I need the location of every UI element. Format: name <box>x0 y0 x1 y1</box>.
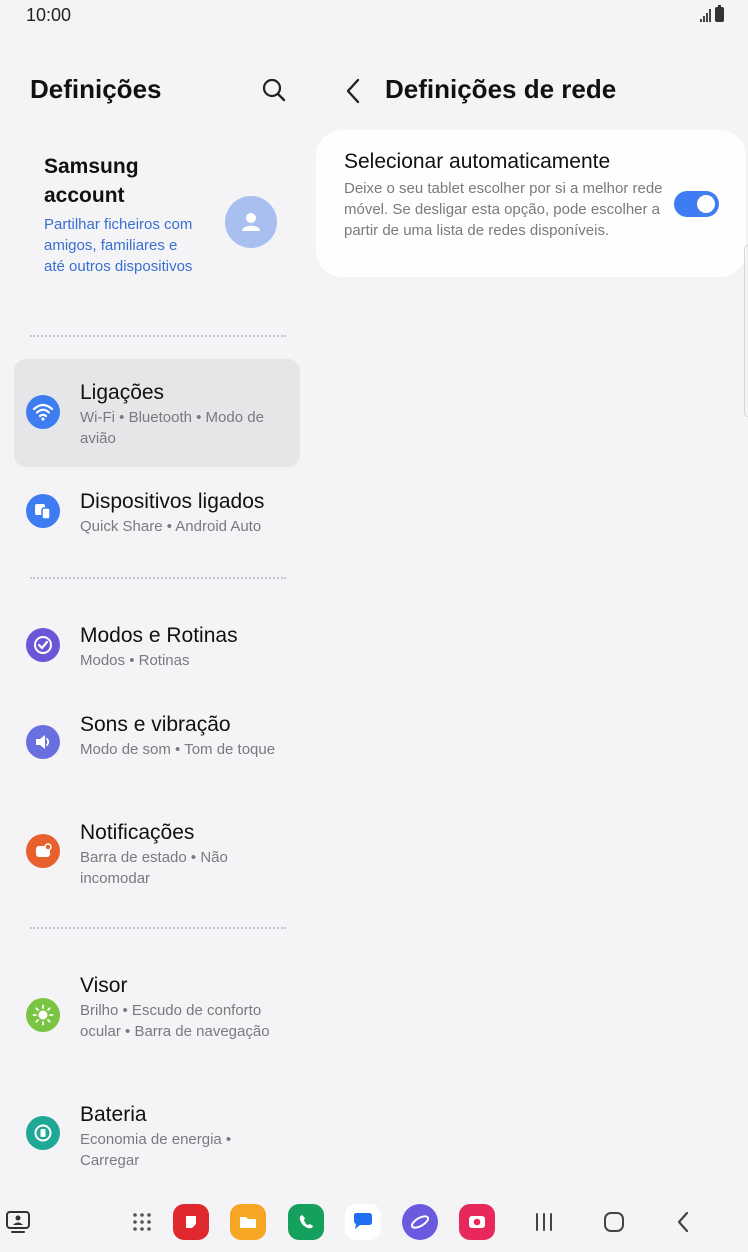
menu-item-subtitle: Wi-Fi • Bluetooth • Modo de avião <box>80 409 264 447</box>
back-button[interactable] <box>340 76 368 106</box>
battery-status-icon <box>715 5 724 22</box>
phone-app-icon[interactable] <box>288 1204 324 1240</box>
menu-item-connections[interactable]: Ligações Wi-Fi • Bluetooth • Modo de avi… <box>14 359 300 467</box>
internet-app-icon[interactable] <box>402 1204 438 1240</box>
menu-item-battery[interactable]: Bateria Economia de energia • Carregar <box>14 1087 300 1183</box>
divider <box>30 577 286 579</box>
settings-title: Definições <box>30 74 162 104</box>
notification-icon <box>26 834 60 868</box>
menu-item-subtitle: Barra de estado • Não incomodar <box>80 849 228 887</box>
menu-item-subtitle: Economia de energia • Carregar <box>80 1131 232 1169</box>
search-button[interactable] <box>260 76 288 104</box>
nav-back-button[interactable] <box>666 1204 702 1240</box>
app-drawer-button[interactable] <box>124 1204 160 1240</box>
scrollbar[interactable] <box>744 245 748 417</box>
samsung-account-card[interactable]: Samsung account Partilhar ficheiros com … <box>44 152 294 302</box>
recent-screen-button[interactable] <box>0 1204 36 1240</box>
notes-app-icon[interactable] <box>173 1204 209 1240</box>
menu-item-title: Bateria <box>80 1103 147 1126</box>
app-drawer-icon <box>133 1213 151 1231</box>
account-name: Samsung account <box>44 155 139 207</box>
menu-item-subtitle: Quick Share • Android Auto <box>80 518 262 535</box>
auto-select-setting-card[interactable]: Selecionar automaticamente Deixe o seu t… <box>316 130 746 277</box>
menu-item-connected-devices[interactable]: Dispositivos ligados Quick Share • Andro… <box>14 474 300 550</box>
check-circle-icon <box>26 628 60 662</box>
menu-item-title: Modos e Rotinas <box>80 624 238 647</box>
status-icons <box>700 5 724 22</box>
menu-item-notifications[interactable]: Notificações Barra de estado • Não incom… <box>14 805 300 901</box>
menu-item-title: Notificações <box>80 821 195 844</box>
menu-item-subtitle: Modo de som • Tom de toque <box>80 741 276 758</box>
my-files-app-icon[interactable] <box>230 1204 266 1240</box>
home-icon <box>604 1212 624 1232</box>
connected-devices-icon <box>26 494 60 528</box>
back-icon <box>677 1211 689 1233</box>
menu-item-title: Ligações <box>80 381 165 404</box>
taskbar <box>0 1196 748 1252</box>
auto-select-toggle[interactable] <box>674 191 719 217</box>
chevron-left-icon <box>346 78 360 104</box>
toggle-knob <box>697 195 715 213</box>
speaker-icon <box>26 725 60 759</box>
messages-app-icon[interactable] <box>345 1204 381 1240</box>
status-time: 10:00 <box>26 5 72 25</box>
menu-item-subtitle: Modos • Rotinas <box>80 652 190 669</box>
menu-item-subtitle: Brilho • Escudo de conforto ocular • Bar… <box>80 1002 270 1040</box>
divider <box>30 927 286 929</box>
wifi-icon <box>26 395 60 429</box>
battery-icon <box>26 1116 60 1150</box>
screen-icon <box>6 1211 30 1233</box>
menu-item-display[interactable]: Visor Brilho • Escudo de conforto ocular… <box>14 958 300 1074</box>
sun-icon <box>26 998 60 1032</box>
recents-icon <box>536 1213 552 1231</box>
account-description: Partilhar ficheiros com amigos, familiar… <box>44 216 193 275</box>
setting-description: Deixe o seu tablet escolher por si a mel… <box>344 180 663 239</box>
menu-item-title: Sons e vibração <box>80 713 231 736</box>
network-settings-title: Definições de rede <box>385 74 617 104</box>
menu-item-title: Visor <box>80 974 128 997</box>
setting-title: Selecionar automaticamente <box>344 150 611 173</box>
avatar[interactable] <box>225 196 277 248</box>
signal-icon <box>700 8 711 22</box>
menu-item-sounds[interactable]: Sons e vibração Modo de som • Tom de toq… <box>14 697 300 793</box>
search-icon <box>262 78 286 102</box>
camera-app-icon[interactable] <box>459 1204 495 1240</box>
recents-button[interactable] <box>526 1204 562 1240</box>
menu-item-modes-routines[interactable]: Modos e Rotinas Modos • Rotinas <box>14 608 300 684</box>
divider <box>30 335 286 337</box>
menu-item-title: Dispositivos ligados <box>80 490 265 513</box>
person-icon <box>242 213 260 231</box>
home-button[interactable] <box>596 1204 632 1240</box>
status-bar: 10:00 <box>0 0 748 32</box>
